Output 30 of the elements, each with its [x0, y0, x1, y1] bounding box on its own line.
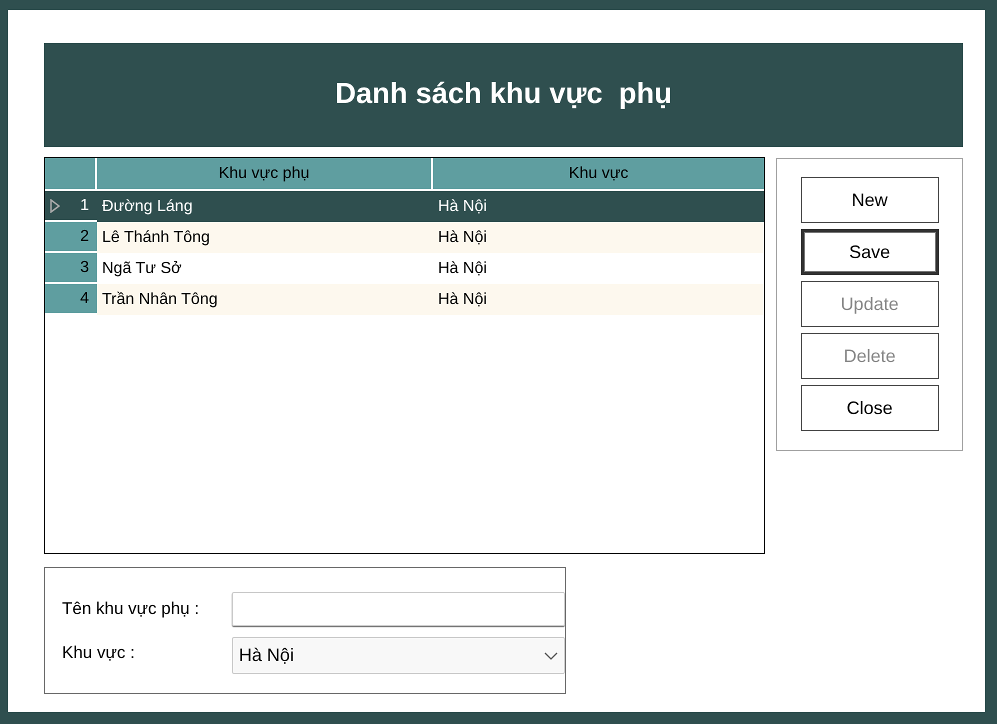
table-cell-text: Hà Nội [437, 290, 488, 310]
row-number: 1 [80, 196, 89, 216]
action-button[interactable]: Close [800, 385, 939, 431]
field-label: Khu vực : [62, 642, 136, 664]
field-label: Tên khu vực phụ : [62, 598, 200, 620]
table-cell-text: Đường Láng [101, 196, 194, 216]
row-header[interactable]: 3 [45, 253, 97, 284]
table-cell-text: Lê Thánh Tông [101, 228, 211, 248]
input-field[interactable] [232, 592, 565, 626]
row-header[interactable]: 2 [45, 222, 97, 253]
table-cell-text: Ngã Tư Sở [101, 258, 183, 278]
table-cell-text: Trần Nhân Tông [101, 290, 219, 310]
window-title: Danh sách khu vực phụ [335, 77, 672, 112]
column-header[interactable]: Khu vực [433, 158, 764, 189]
table-row[interactable]: 4 Trần Nhân Tông Hà Nội [45, 284, 764, 315]
table-cell-text: Hà Nội [437, 258, 488, 278]
action-button[interactable]: Save [800, 229, 939, 275]
row-number: 4 [80, 288, 89, 308]
action-button[interactable]: New [800, 177, 939, 223]
chevron-down-icon [544, 652, 558, 660]
current-row-icon [50, 198, 60, 212]
column-header[interactable]: Khu vực phụ [97, 158, 433, 189]
table-row[interactable]: 1 Đường Láng Hà Nội [45, 191, 764, 222]
table-cell-text: Hà Nội [437, 228, 488, 248]
row-number: 3 [80, 258, 89, 278]
row-header[interactable]: 4 [45, 284, 97, 315]
table-cell-text: Hà Nội [437, 196, 488, 216]
table-row[interactable]: 2 Lê Thánh Tông Hà Nội [45, 222, 764, 253]
dropdown[interactable]: Hà Nội [232, 637, 565, 674]
row-number: 2 [80, 226, 89, 246]
